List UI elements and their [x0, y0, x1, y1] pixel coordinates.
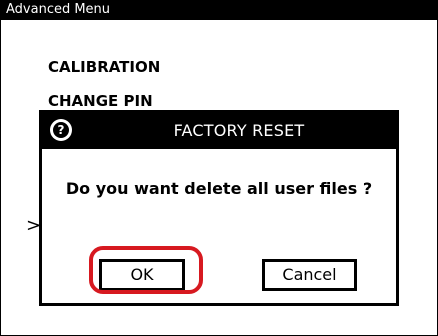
factory-reset-dialog: ? FACTORY RESET Do you want delete all u… — [39, 110, 399, 306]
menu-item-change-pin[interactable]: CHANGE PIN — [48, 92, 153, 110]
dialog-message: Do you want delete all user files ? — [65, 179, 373, 198]
title-bar: Advanced Menu — [0, 0, 438, 20]
window-title: Advanced Menu — [6, 2, 111, 17]
dialog-title: FACTORY RESET — [173, 121, 305, 140]
ok-button[interactable]: OK — [99, 259, 185, 291]
dialog-header: ? FACTORY RESET — [42, 113, 396, 149]
menu-item-label: CALIBRATION — [48, 58, 161, 76]
device-screen: Advanced Menu CALIBRATION CHANGE PIN > ?… — [0, 0, 438, 336]
cancel-button[interactable]: Cancel — [262, 259, 357, 291]
menu-item-label: CHANGE PIN — [48, 92, 153, 110]
menu-item-calibration[interactable]: CALIBRATION — [48, 58, 160, 76]
